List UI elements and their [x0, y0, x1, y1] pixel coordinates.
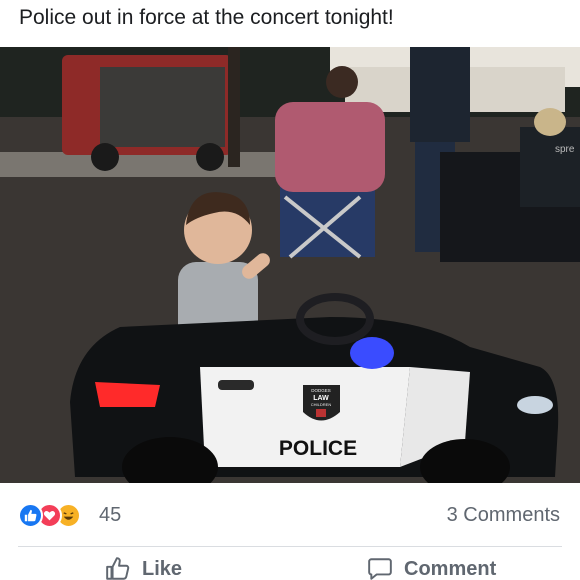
reaction-count[interactable]: 45: [99, 504, 121, 527]
comment-bubble-icon: [368, 558, 392, 580]
actions-divider: [18, 546, 562, 547]
comment-button[interactable]: Comment: [366, 556, 496, 580]
comment-label: Comment: [404, 557, 497, 580]
photo-scene: spre DODGES LAW CHILDREN POLICE: [0, 47, 580, 483]
reactions-bar: 45 3 Comments: [0, 497, 580, 535]
red-tail-light: [95, 382, 160, 407]
blue-light: [350, 337, 394, 369]
police-text: POLICE: [279, 437, 357, 460]
comments-count-link[interactable]: 3 Comments: [447, 504, 560, 527]
like-reaction-icon: [18, 503, 43, 528]
like-label: Like: [142, 557, 183, 580]
thumbs-up-icon: [106, 557, 130, 580]
post-photo[interactable]: spre DODGES LAW CHILDREN POLICE: [0, 47, 580, 483]
seated-woman: [275, 102, 385, 192]
svg-text:DODGES: DODGES: [311, 388, 331, 393]
truck-tailgate: [100, 67, 225, 147]
chair-logo-text: spre: [555, 144, 575, 155]
svg-text:LAW: LAW: [313, 395, 329, 402]
reaction-icons[interactable]: [18, 503, 81, 529]
standing-man: [410, 47, 470, 142]
post-actions: Like Comment: [0, 556, 580, 580]
like-button[interactable]: Like: [104, 556, 182, 580]
svg-text:CHILDREN: CHILDREN: [311, 402, 332, 407]
post-caption: Police out in force at the concert tonig…: [19, 6, 394, 29]
